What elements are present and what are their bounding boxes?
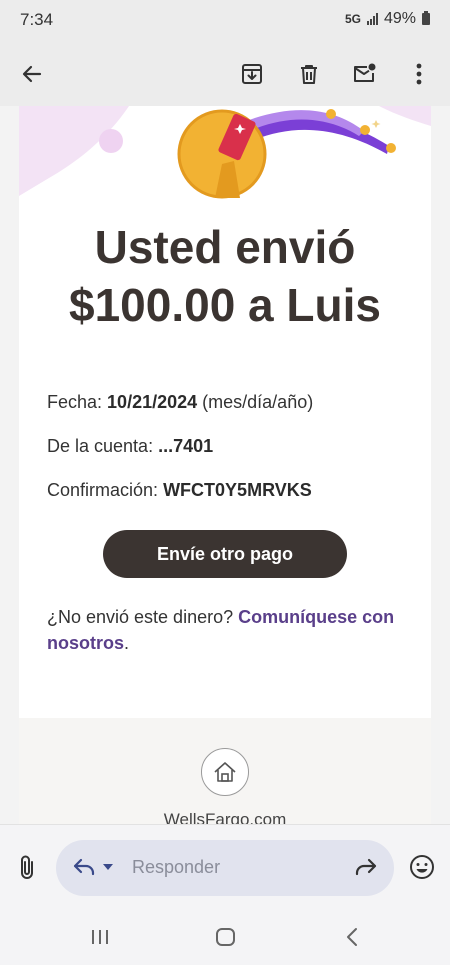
confirmation-row: Confirmación: WFCT0Y5MRVKS [47,480,312,501]
status-indicators: 5G 49% [345,10,430,28]
payment-illustration [19,106,431,199]
reply-input[interactable]: Responder [56,840,394,896]
chevron-down-icon [103,864,113,870]
payment-headline: Usted envió $100.00 a Luis [19,218,431,334]
signal-icon [366,13,378,25]
trash-icon [301,65,317,84]
more-vertical-icon [416,63,422,85]
mark-unread-icon [354,63,376,82]
system-nav-bar [0,908,450,965]
email-body[interactable]: Usted envió $100.00 a Luis Fecha: 10/21/… [0,106,450,824]
more-options-button[interactable] [399,54,439,94]
date-label: Fecha: [47,392,103,412]
back-nav-button[interactable] [337,924,367,950]
archive-icon [242,64,262,84]
status-bar: 7:34 5G 49% [0,0,450,40]
status-time: 7:34 [20,10,54,29]
delete-button[interactable] [289,54,329,94]
home-nav-button[interactable] [211,924,241,950]
help-text: ¿No envió este dinero? Comuníquese con n… [47,604,407,656]
date-value: 10/21/2024 [107,392,198,412]
reply-icon [73,858,95,876]
account-label: De la cuenta: [47,436,154,456]
home-icon [214,762,236,782]
attach-button[interactable] [12,851,42,883]
network-type: 5G [344,12,361,26]
home-nav-icon [216,928,235,946]
help-end: . [124,633,130,653]
paperclip-icon [21,855,33,879]
confirmation-label: Confirmación: [47,480,159,500]
back-button[interactable] [12,54,52,94]
account-row: De la cuenta: ...7401 [47,436,213,457]
back-nav-icon [347,928,357,946]
headline-line-1: Usted envió [94,221,356,273]
recent-apps-icon [92,930,108,944]
arrow-left-icon [22,65,42,83]
emoji-button[interactable] [406,851,438,883]
battery-icon [422,11,430,25]
home-button[interactable] [201,748,249,796]
send-another-payment-button[interactable]: Envíe otro pago [103,530,347,578]
email-footer: WellsFargo.com [19,718,431,824]
wellsfargo-link[interactable]: WellsFargo.com [19,810,431,824]
forward-button[interactable] [354,856,378,883]
help-question: ¿No envió este dinero? [47,607,234,627]
date-format: (mes/día/año) [202,392,314,412]
battery-level: 49% [383,10,416,27]
app-bar [0,40,450,106]
date-row: Fecha: 10/21/2024 (mes/día/año) [47,392,313,413]
emoji-icon [410,855,434,879]
email-card: Usted envió $100.00 a Luis Fecha: 10/21/… [19,106,431,718]
reply-bar: Responder [0,824,450,908]
mark-unread-button[interactable] [345,54,385,94]
account-value: ...7401 [158,436,214,456]
forward-icon [355,858,377,876]
confirmation-value: WFCT0Y5MRVKS [163,480,312,500]
reply-placeholder: Responder [132,857,221,877]
archive-button[interactable] [232,54,272,94]
reply-mode-selector[interactable] [72,856,114,878]
headline-line-2: $100.00 a Luis [69,279,381,331]
recent-apps-button[interactable] [85,924,115,950]
